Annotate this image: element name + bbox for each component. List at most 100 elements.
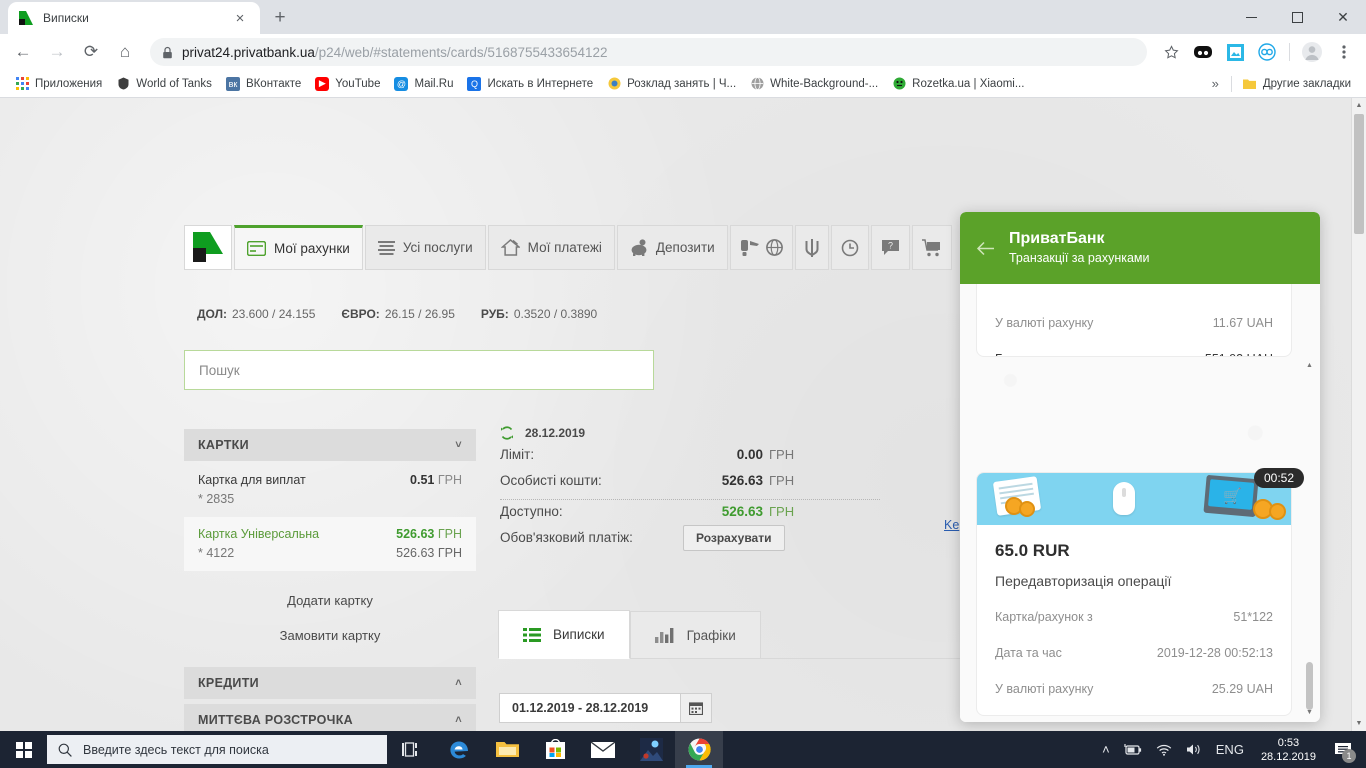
- date-range-input[interactable]: 01.12.2019 - 28.12.2019: [499, 693, 681, 723]
- mail-icon[interactable]: [579, 731, 627, 768]
- file-explorer-icon[interactable]: [483, 731, 531, 768]
- address-bar[interactable]: privat24.privatbank.ua/p24/web/#statemen…: [150, 38, 1147, 66]
- message-card-previous[interactable]: У валюті рахунку 11.67 UAH Баланс 551.92…: [976, 284, 1292, 357]
- forward-button[interactable]: →: [42, 37, 72, 67]
- reload-button[interactable]: ⟳: [76, 37, 106, 67]
- back-button[interactable]: ←: [8, 37, 38, 67]
- minimize-button[interactable]: [1228, 0, 1274, 34]
- row-label: Обов'язковий платіж:: [500, 530, 633, 545]
- nav-tab-history[interactable]: [830, 225, 869, 270]
- game-icon[interactable]: [627, 731, 675, 768]
- message-card-current[interactable]: 🛒 65.0 RUR Передавторизація операції Кар…: [976, 472, 1292, 716]
- bookmark-vkontakte[interactable]: вк ВКонтакте: [219, 73, 308, 95]
- page-scroll-up-icon[interactable]: ▲: [1352, 98, 1366, 113]
- message-time-badge: 00:52: [1253, 468, 1304, 488]
- nav-tab-help[interactable]: ?: [870, 225, 910, 270]
- notifications-icon[interactable]: 1: [1326, 731, 1360, 768]
- scroll-up-icon[interactable]: ▲: [1305, 362, 1314, 369]
- bookmark-schedule[interactable]: Розклад занять | Ч...: [600, 73, 743, 95]
- nav-tab-my-accounts[interactable]: Мої рахунки: [234, 225, 363, 270]
- maximize-button[interactable]: [1274, 0, 1320, 34]
- nav-tab-travel[interactable]: [729, 225, 793, 270]
- page-scrollbar[interactable]: ▲ ▼: [1351, 98, 1366, 731]
- nav-tab-all-services[interactable]: Усі послуги: [364, 225, 486, 270]
- shopping-cart-icon: [921, 238, 942, 257]
- window-close-button[interactable]: ✕: [1320, 0, 1366, 34]
- language-indicator[interactable]: ENG: [1209, 742, 1251, 757]
- lock-icon: [162, 46, 173, 59]
- bookmarks-overflow-button[interactable]: »: [1204, 76, 1227, 91]
- back-arrow-icon[interactable]: [976, 241, 995, 256]
- row-currency: ГРН: [769, 447, 795, 462]
- card-info: Картка для виплат * 2835: [198, 471, 306, 509]
- bookmark-apps[interactable]: Приложения: [8, 73, 109, 95]
- infinity-extension-icon[interactable]: [1253, 38, 1281, 66]
- tab-charts[interactable]: Графіки: [629, 611, 761, 659]
- scroll-down-icon[interactable]: ▼: [1305, 709, 1314, 716]
- rate-label: ДОЛ:: [197, 307, 227, 321]
- calendar-icon[interactable]: [681, 693, 712, 723]
- windows-start-icon[interactable]: [0, 731, 47, 768]
- date-range-picker[interactable]: 01.12.2019 - 28.12.2019: [499, 693, 712, 723]
- chrome-icon[interactable]: [675, 731, 723, 768]
- page-scroll-thumb[interactable]: [1354, 114, 1364, 234]
- nav-tab-deposits[interactable]: Депозити: [616, 225, 728, 270]
- sidebar-section-installment[interactable]: МИТТЄВА РОЗСТРОЧКА ˄: [184, 704, 476, 731]
- card-item[interactable]: Картка для виплат * 2835 0.51 ГРН: [184, 463, 476, 517]
- tab-close-icon[interactable]: ×: [230, 8, 250, 28]
- rozetka-icon: [892, 77, 906, 91]
- sidebar-section-credits[interactable]: КРЕДИТИ ˄: [184, 667, 476, 699]
- tray-chevron-icon[interactable]: ˄: [1095, 742, 1117, 757]
- microsoft-store-icon[interactable]: [531, 731, 579, 768]
- refresh-icon[interactable]: [500, 426, 514, 440]
- battery-icon[interactable]: [1117, 743, 1149, 756]
- new-tab-button[interactable]: +: [266, 4, 294, 32]
- panda-extension-icon[interactable]: [1189, 38, 1217, 66]
- edge-icon[interactable]: [435, 731, 483, 768]
- rate-value: 23.600 / 24.155: [232, 307, 316, 321]
- page-scroll-down-icon[interactable]: ▼: [1352, 716, 1366, 731]
- volume-icon[interactable]: [1179, 743, 1209, 756]
- row-value: 551.92 UAH: [1205, 352, 1273, 356]
- popup-message-list[interactable]: У валюті рахунку 11.67 UAH Баланс 551.92…: [960, 284, 1320, 722]
- star-icon[interactable]: [1157, 38, 1185, 66]
- privatbank-logo[interactable]: [184, 225, 232, 270]
- popup-scrollbar[interactable]: ▲ ▼: [1305, 362, 1314, 716]
- bookmark-white-background[interactable]: White-Background-...: [743, 73, 885, 95]
- bookmark-mailru[interactable]: @ Mail.Ru: [387, 73, 460, 95]
- nav-tab-cart[interactable]: [911, 225, 952, 270]
- chrome-menu-icon[interactable]: [1330, 38, 1358, 66]
- other-bookmarks-folder[interactable]: Другие закладки: [1236, 73, 1358, 95]
- row-currency: ГРН: [769, 473, 795, 488]
- popup-scroll-thumb[interactable]: [1306, 662, 1313, 710]
- profile-avatar[interactable]: [1298, 38, 1326, 66]
- bookmark-search-web[interactable]: Q Искать в Интернете: [460, 73, 600, 95]
- rate-label: РУБ:: [480, 307, 509, 321]
- bookmark-youtube[interactable]: ▶ YouTube: [308, 73, 387, 95]
- mailru-icon: @: [394, 76, 409, 91]
- row-label: Доступно:: [500, 504, 563, 519]
- nav-tab-ukraine[interactable]: [794, 225, 829, 270]
- taskbar-search-input[interactable]: Введите здесь текст для поиска: [47, 735, 387, 764]
- partial-side-link[interactable]: Ke: [944, 518, 959, 532]
- wifi-icon[interactable]: [1149, 744, 1179, 756]
- card-item-selected[interactable]: Картка Універсальна * 4122 526.63 ГРН 52…: [184, 517, 476, 571]
- calculate-button[interactable]: Розрахувати: [683, 525, 785, 551]
- apps-grid-icon: [15, 77, 29, 91]
- image-extension-icon[interactable]: [1221, 38, 1249, 66]
- sidebar-section-cards[interactable]: КАРТКИ ˅: [184, 429, 476, 461]
- tab-statements[interactable]: Виписки: [498, 610, 630, 659]
- home-button[interactable]: ⌂: [110, 37, 140, 67]
- browser-tab[interactable]: Виписки ×: [8, 2, 260, 34]
- bookmark-world-of-tanks[interactable]: World of Tanks: [109, 73, 219, 95]
- nav-tab-my-payments[interactable]: Мої платежі: [487, 225, 615, 270]
- bookmark-label: Приложения: [35, 77, 103, 90]
- task-view-icon[interactable]: [387, 731, 435, 768]
- order-card-link[interactable]: Замовити картку: [184, 618, 476, 653]
- bookmark-rozetka[interactable]: Rozetka.ua | Xiaomi...: [885, 73, 1031, 95]
- taskbar-clock[interactable]: 0:53 28.12.2019: [1251, 736, 1326, 764]
- bar-chart-icon: [654, 627, 675, 643]
- search-input[interactable]: Пошук: [184, 350, 654, 390]
- message-row: Баланс 526.63 UAH: [977, 707, 1291, 715]
- add-card-link[interactable]: Додати картку: [184, 571, 476, 618]
